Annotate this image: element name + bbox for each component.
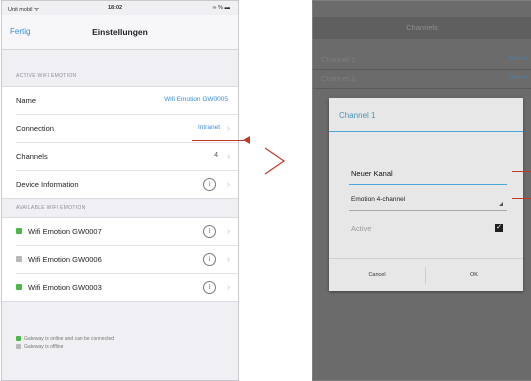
channel-list-item[interactable]: Channel 1 Active <box>313 51 531 70</box>
name-row[interactable]: Name Wifi Emotion GW0005 <box>16 87 238 115</box>
callout-line-type <box>512 198 531 199</box>
channel-type-value: Emotion 4-channel <box>351 196 406 203</box>
offline-dot-icon <box>16 344 21 350</box>
channels-row[interactable]: Channels 4 › <box>16 143 238 171</box>
available-gateways-group: Wifi Emotion GW0007 i › Wifi Emotion GW0… <box>2 217 238 302</box>
channels-header: Channels <box>313 17 531 39</box>
status-bar: Unit mobil ᯤ 18:02 ∞ % ▬ <box>2 1 238 15</box>
device-info-row-label: Device Information <box>16 180 79 189</box>
online-dot-icon <box>16 336 21 342</box>
legend-offline-text: Gateway is offline <box>24 344 64 350</box>
dropdown-triangle-icon <box>499 202 503 206</box>
name-field-underline <box>349 184 507 185</box>
info-icon[interactable]: i <box>203 281 216 294</box>
legend-online-text: Gateway is online and can be connected <box>24 336 115 342</box>
dialog-title-divider <box>329 131 523 132</box>
page-title: Einstellungen <box>92 27 148 37</box>
gateway-name: Wifi Emotion GW0006 <box>28 255 102 264</box>
section-header-available: AVAILABLE WIFI EMOTION <box>16 205 86 211</box>
chevron-right-icon: › <box>227 226 230 236</box>
active-label: Active <box>351 224 372 233</box>
device-info-row[interactable]: Device Information i › <box>16 171 238 198</box>
info-icon[interactable]: i <box>203 225 216 238</box>
chevron-right-icon: › <box>227 254 230 264</box>
cancel-button[interactable]: Cancel <box>329 259 425 292</box>
name-row-value: Wifi Emotion GW0005 <box>164 96 228 103</box>
select-underline <box>349 210 507 211</box>
ok-button[interactable]: OK <box>426 259 522 292</box>
channel-type-select[interactable]: Emotion 4-channel <box>351 196 503 210</box>
navigation-bar: Fertig Einstellungen <box>2 15 238 50</box>
channel-name-field[interactable] <box>351 166 503 180</box>
chevron-right-icon: › <box>227 151 230 161</box>
info-icon[interactable]: i <box>203 253 216 266</box>
status-legend: Gateway is online and can be connected G… <box>16 335 114 351</box>
carrier-label: Unit mobil ᯤ <box>8 7 40 13</box>
callout-line-name <box>512 171 531 172</box>
channel-label: Channel 2 <box>321 74 356 83</box>
clock-label: 18:02 <box>108 5 123 11</box>
channel-status: Active <box>509 74 527 81</box>
gateway-row[interactable]: Wifi Emotion GW0003 i › <box>16 274 238 301</box>
gateway-name: Wifi Emotion GW0003 <box>28 283 102 292</box>
chevron-right-icon: › <box>227 123 230 133</box>
active-gateway-group: Name Wifi Emotion GW0005 Connection Intr… <box>2 86 238 199</box>
gateway-row[interactable]: Wifi Emotion GW0007 i › <box>16 218 238 246</box>
dialog-title: Channel 1 <box>339 111 376 120</box>
chevron-right-icon: › <box>227 282 230 292</box>
channel-list-item[interactable]: Channel 2 Active <box>313 70 531 89</box>
android-channels-screen: Channels Channel 1 Active Channel 2 Acti… <box>312 0 531 381</box>
dialog-button-bar: Cancel OK <box>329 258 523 292</box>
gateway-name: Wifi Emotion GW0007 <box>28 227 102 236</box>
chevron-right-icon: › <box>227 179 230 189</box>
channel-label: Channel 1 <box>321 55 356 64</box>
ios-settings-screen: Unit mobil ᯤ 18:02 ∞ % ▬ Fertig Einstell… <box>1 0 239 381</box>
connection-row[interactable]: Connection Intranet › <box>16 115 238 143</box>
channel-status: Active <box>509 55 527 62</box>
battery-indicator: ∞ % ▬ <box>212 5 230 11</box>
status-dot-icon <box>16 228 22 234</box>
channels-row-label: Channels <box>16 152 48 161</box>
section-header-active: ACTIVE WIFI EMOTION <box>16 73 77 79</box>
edit-channel-dialog: Channel 1 Emotion 4-channel Active ✓ Can… <box>329 98 523 291</box>
callout-arrowhead-left <box>243 136 250 144</box>
name-row-label: Name <box>16 96 37 105</box>
callout-line-left <box>192 140 244 141</box>
info-icon[interactable]: i <box>203 178 216 191</box>
connection-row-value: Intranet <box>197 124 220 131</box>
channels-count: 4 <box>214 152 218 159</box>
connection-row-label: Connection <box>16 124 54 133</box>
active-checkbox[interactable]: ✓ <box>495 224 503 232</box>
status-dot-icon <box>16 284 22 290</box>
status-dot-icon <box>16 256 22 262</box>
gateway-row[interactable]: Wifi Emotion GW0006 i › <box>16 246 238 274</box>
flow-arrow-icon <box>264 147 286 175</box>
